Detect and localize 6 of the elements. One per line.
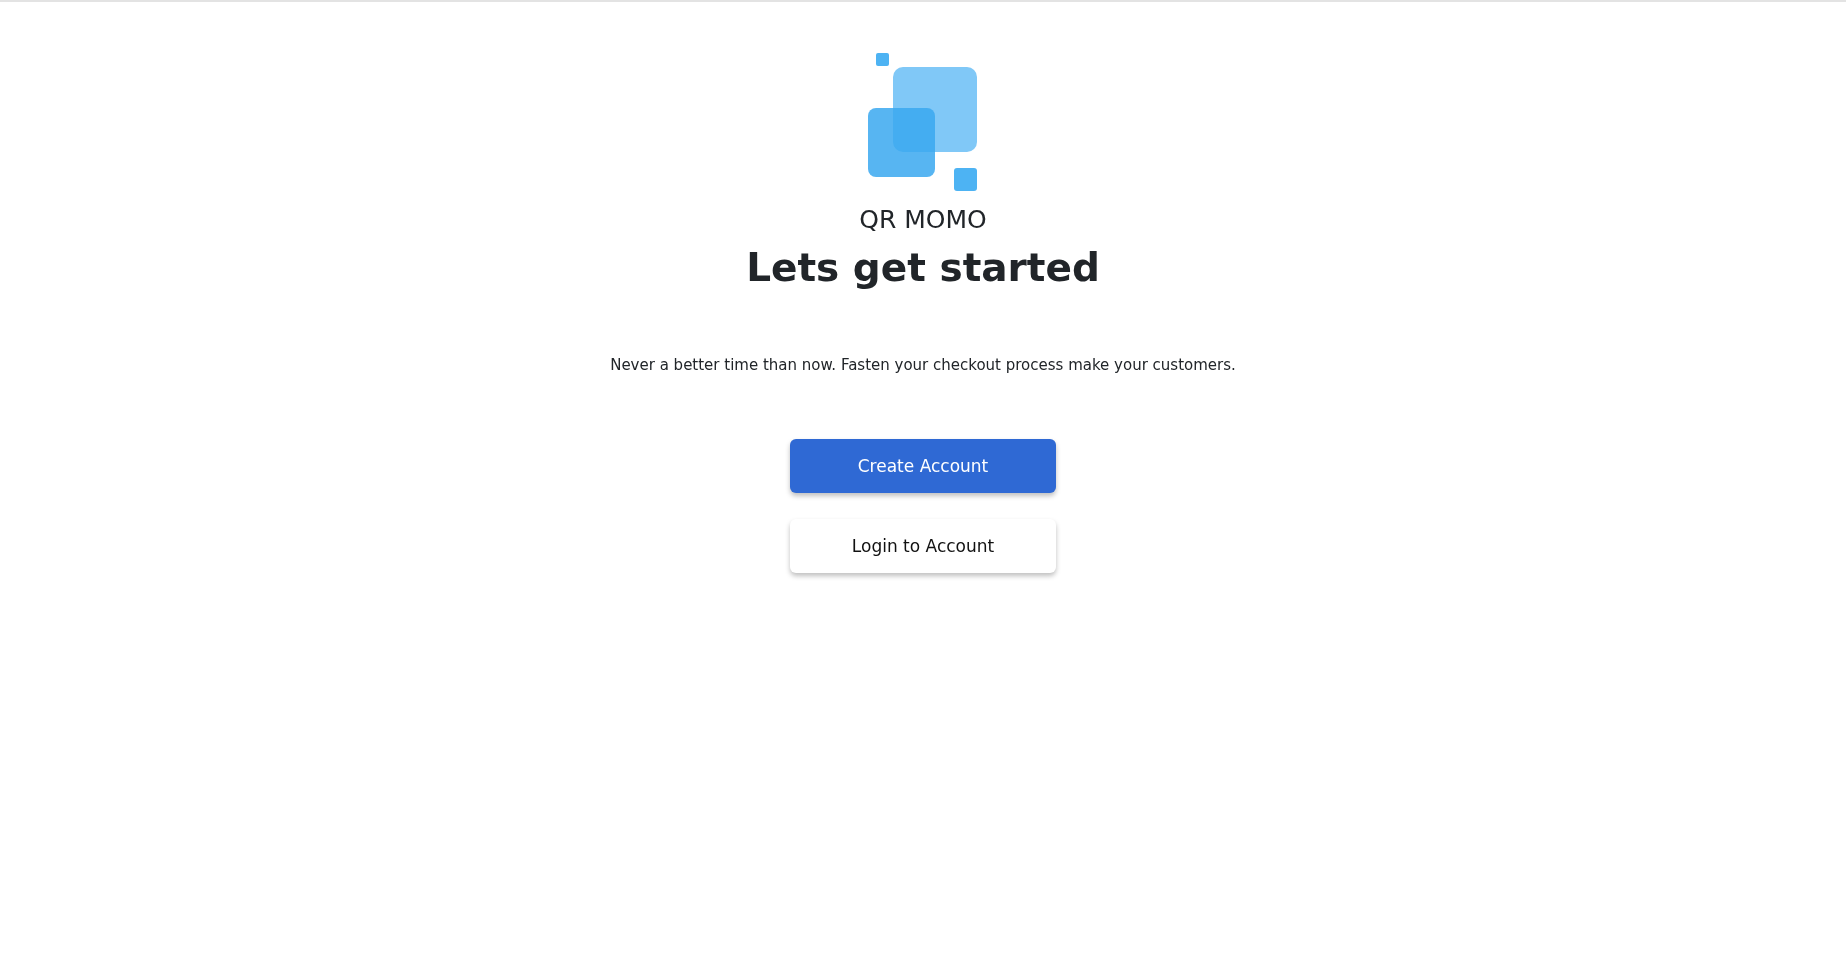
create-account-button[interactable]: Create Account bbox=[790, 439, 1056, 494]
page-heading: Lets get started bbox=[746, 245, 1100, 292]
login-button[interactable]: Login to Account bbox=[790, 519, 1056, 574]
brand-name: QR MOMO bbox=[859, 205, 987, 235]
logo-icon bbox=[868, 53, 978, 191]
description-text: Never a better time than now. Fasten your checkout process make your customers. bbox=[610, 354, 1236, 376]
